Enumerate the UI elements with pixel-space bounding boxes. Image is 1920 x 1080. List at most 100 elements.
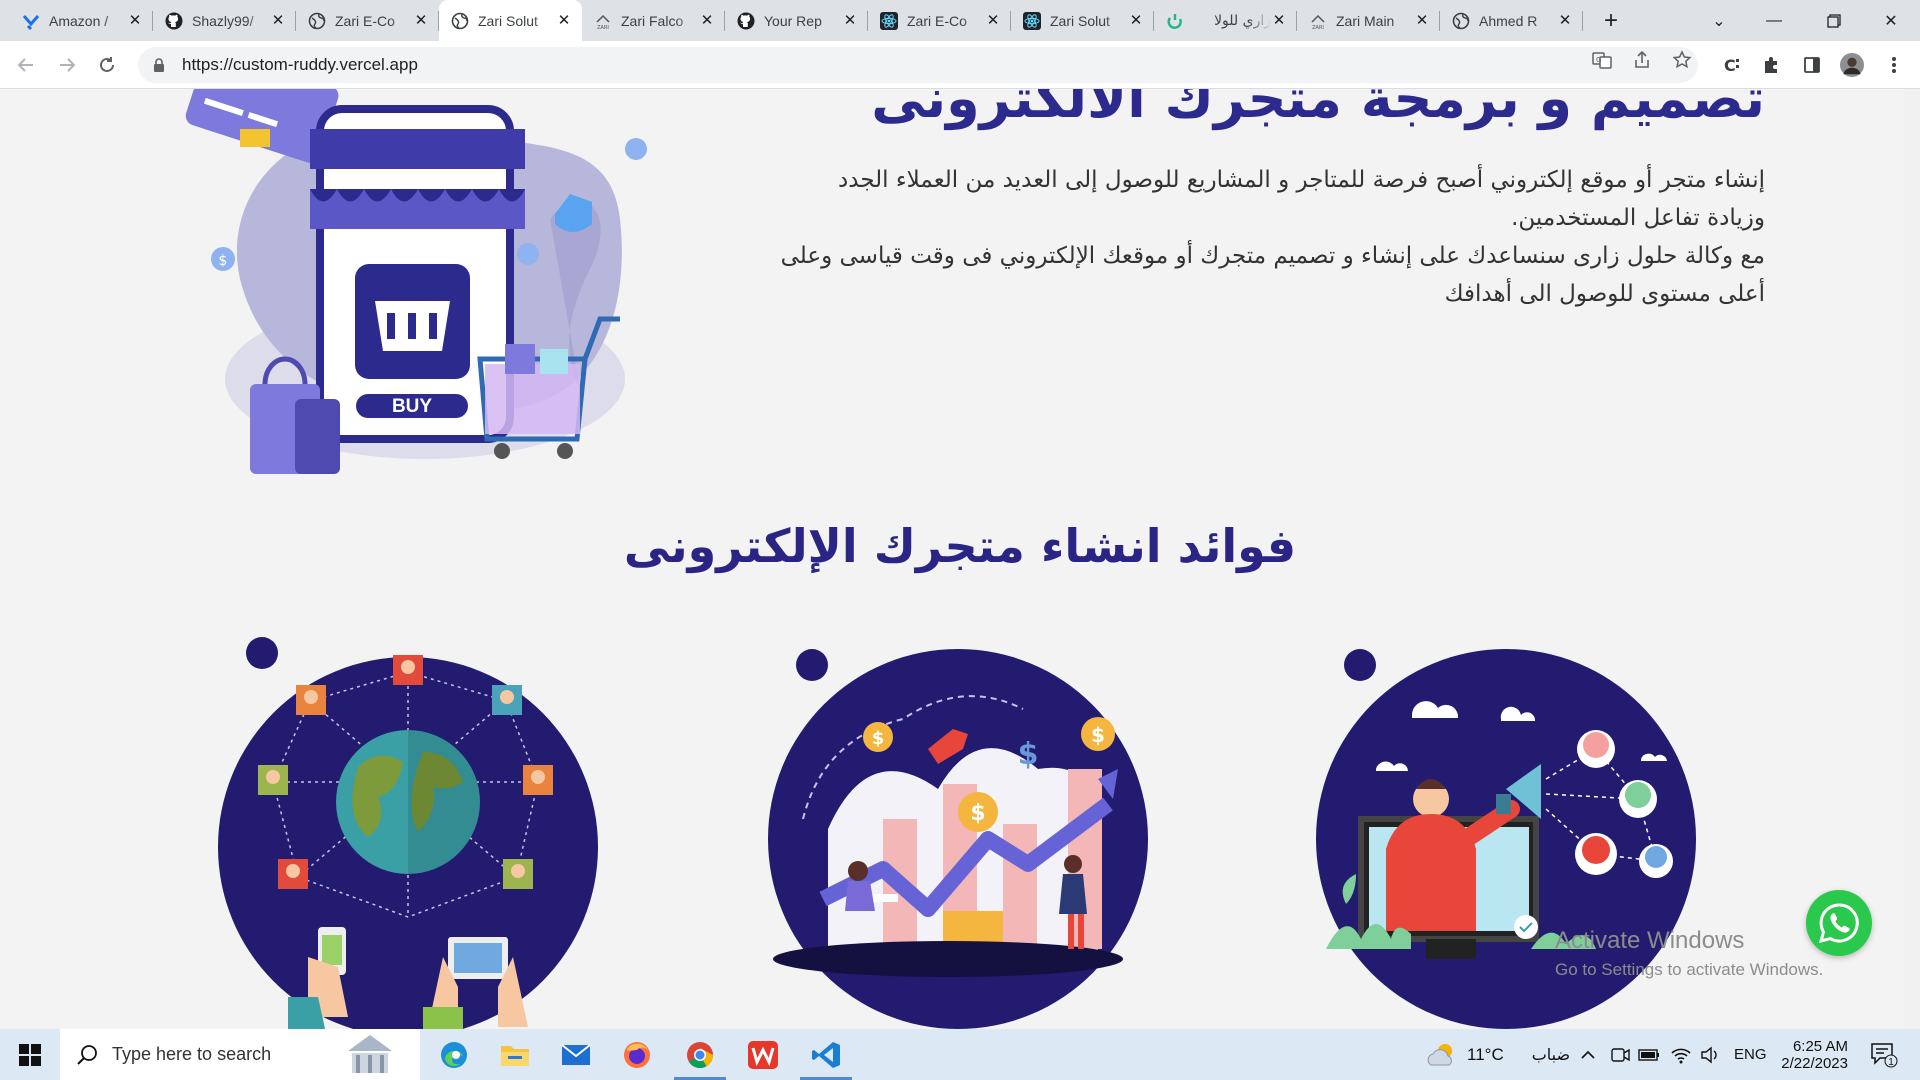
weather-cloud-sun-icon	[1427, 1043, 1452, 1065]
browser-tab[interactable]: Shazly99/ ✕	[153, 0, 296, 41]
vscode-icon	[812, 1041, 840, 1068]
page-scrollbar[interactable]	[1904, 89, 1920, 1029]
show-hidden-icons[interactable]	[1580, 1029, 1596, 1080]
github-icon	[165, 12, 183, 30]
translate-icon[interactable]: G	[1591, 49, 1613, 71]
zari-favicon-icon: ZARI	[1309, 12, 1327, 30]
hero-line: مع وكالة حلول زارى سنساعدك على إنشاء و ت…	[780, 243, 1765, 269]
browser-tab[interactable]: Zari Solut ✕	[1011, 0, 1154, 41]
browser-tab[interactable]: Zari Solut ✕	[439, 0, 582, 41]
bookmark-star-icon[interactable]	[1671, 49, 1693, 71]
wps-office-icon	[748, 1040, 778, 1069]
notification-icon: 1	[1871, 1042, 1898, 1068]
browser-tab[interactable]: Ahmed R ✕	[1440, 0, 1583, 41]
tray-language[interactable]: ENG	[1734, 1029, 1767, 1080]
browser-tab[interactable]: زاري للولا ✕	[1154, 0, 1297, 41]
close-tab-icon[interactable]: ✕	[1414, 12, 1430, 29]
close-tab-icon[interactable]: ✕	[270, 12, 286, 29]
tab-title: Zari Falco	[621, 12, 684, 29]
search-highlight-temple-icon	[348, 1035, 392, 1073]
whatsapp-chat-button[interactable]	[1806, 890, 1872, 956]
zari-favicon-icon: ZARI	[594, 12, 612, 30]
new-tab-button[interactable]: +	[1591, 0, 1631, 41]
svg-text:ZARI: ZARI	[597, 25, 609, 30]
tray-network[interactable]	[1670, 1029, 1692, 1080]
tray-meet-now[interactable]	[1610, 1029, 1630, 1080]
close-window-button[interactable]: ✕	[1862, 0, 1920, 41]
whatsapp-icon	[1818, 903, 1859, 944]
browser-tab[interactable]: Zari E-Co ✕	[868, 0, 1011, 41]
tab-title: Amazon /	[49, 12, 109, 29]
web-page-content: BUY $ تصميم و برمجة متجرك الالكترونى إنش…	[0, 89, 1920, 1029]
close-tab-icon[interactable]: ✕	[413, 12, 429, 29]
speaker-icon	[1701, 1046, 1717, 1063]
close-tab-icon[interactable]: ✕	[556, 12, 572, 29]
browser-tab[interactable]: Zari E-Co ✕	[296, 0, 439, 41]
close-tab-icon[interactable]: ✕	[1271, 12, 1287, 29]
start-button[interactable]	[0, 1029, 60, 1080]
tray-clock[interactable]: 6:25 AM 2/22/2023	[1781, 1029, 1848, 1080]
svg-text:$: $	[970, 801, 985, 826]
hero-paragraph: إنشاء متجر أو موقع إلكتروني أصبح فرصة لل…	[735, 161, 1765, 313]
clock-time: 6:25 AM	[1792, 1037, 1848, 1055]
react-icon	[880, 11, 898, 30]
extensions-puzzle-icon[interactable]	[1760, 53, 1784, 77]
url-text[interactable]: https://custom-ruddy.vercel.app	[182, 55, 418, 75]
taskbar-file-explorer[interactable]	[485, 1029, 545, 1080]
forward-button[interactable]	[53, 51, 81, 79]
taskbar-vscode[interactable]	[796, 1029, 856, 1080]
restore-button[interactable]	[1805, 0, 1863, 41]
taskbar-wps-office[interactable]	[733, 1029, 793, 1080]
svg-text:$: $	[1018, 737, 1039, 772]
profile-avatar[interactable]	[1840, 53, 1864, 77]
tab-separator	[1582, 11, 1583, 31]
chrome-icon	[687, 1041, 714, 1068]
close-tab-icon[interactable]: ✕	[985, 12, 1001, 29]
taskbar-chrome[interactable]	[670, 1029, 730, 1080]
camera-icon	[1611, 1047, 1630, 1062]
close-tab-icon[interactable]: ✕	[1557, 12, 1573, 29]
share-icon[interactable]	[1631, 49, 1653, 71]
taskbar-edge[interactable]	[424, 1029, 484, 1080]
language-indicator: ENG	[1734, 1046, 1767, 1063]
close-tab-icon[interactable]: ✕	[699, 12, 715, 29]
extension-c-icon[interactable]: C	[1720, 53, 1744, 77]
tab-list: Amazon / ✕ Shazly99/ ✕ Zari E-Co ✕ Zari Solut ✕…	[0, 0, 1583, 41]
search-placeholder: Type here to search	[112, 1044, 272, 1064]
address-bar[interactable]: https://custom-ruddy.vercel.app	[138, 47, 1698, 83]
taskbar-firefox[interactable]	[607, 1029, 667, 1080]
taskbar-search-box[interactable]: Type here to search	[60, 1029, 420, 1080]
tab-search-chevron-icon[interactable]: ⌄	[1690, 0, 1748, 41]
weather-widget[interactable]: 11°C ضباب	[1425, 1029, 1570, 1080]
browser-tab[interactable]: Your Rep ✕	[725, 0, 868, 41]
tab-title: Zari Solut	[1050, 12, 1110, 29]
edge-icon	[441, 1041, 467, 1068]
buy-label: BUY	[392, 396, 432, 417]
globe-icon	[1452, 12, 1470, 30]
back-button[interactable]	[12, 51, 40, 79]
tab-title: Zari Solut	[478, 12, 538, 29]
benefit-card-global	[218, 637, 598, 1029]
taskbar-mail[interactable]	[546, 1029, 606, 1080]
browser-tab[interactable]: Amazon / ✕	[10, 0, 153, 41]
menu-kebab-icon[interactable]	[1882, 53, 1906, 77]
minimize-button[interactable]: —	[1745, 0, 1803, 41]
battery-icon	[1638, 1048, 1659, 1061]
side-panel-icon[interactable]	[1800, 53, 1824, 77]
tray-volume[interactable]	[1700, 1029, 1720, 1080]
reload-button[interactable]	[93, 51, 121, 79]
tab-title: Zari E-Co	[907, 12, 967, 29]
close-tab-icon[interactable]: ✕	[1128, 12, 1144, 29]
mail-icon	[561, 1043, 591, 1065]
close-tab-icon[interactable]: ✕	[842, 12, 858, 29]
svg-text:$: $	[219, 253, 228, 269]
scrollbar-thumb[interactable]	[1907, 89, 1917, 1029]
browser-tab[interactable]: ZARI Zari Falco ✕	[582, 0, 725, 41]
close-tab-icon[interactable]: ✕	[127, 12, 143, 29]
tray-battery[interactable]	[1638, 1029, 1660, 1080]
activate-windows-title: Activate Windows	[1555, 927, 1745, 954]
folder-icon	[501, 1045, 529, 1066]
browser-tab[interactable]: ZARI Zari Main ✕	[1297, 0, 1440, 41]
lock-icon[interactable]	[152, 58, 166, 72]
action-center-button[interactable]: 1	[1870, 1029, 1898, 1080]
